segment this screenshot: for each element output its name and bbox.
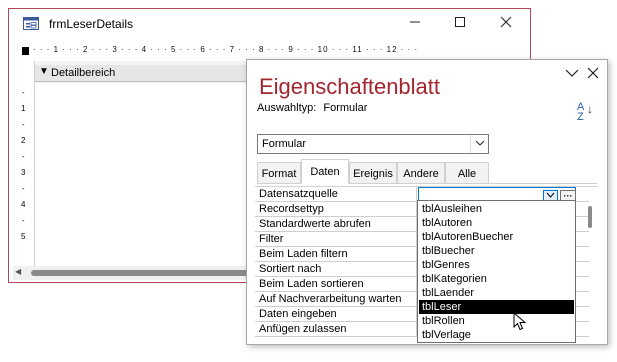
vertical-ruler-mark: 2 bbox=[21, 136, 26, 145]
tab-andere[interactable]: Andere bbox=[397, 162, 445, 184]
mouse-cursor-icon bbox=[513, 312, 527, 331]
list-item-tblverlage[interactable]: tblVerlage bbox=[419, 328, 574, 342]
selection-type-label: Auswahltyp: bbox=[257, 102, 317, 114]
list-item-tblausleihen[interactable]: tblAusleihen bbox=[419, 202, 574, 216]
datensatzquelle-dropdown-list: tblAusleihen tblAutoren tblAutorenBueche… bbox=[417, 200, 576, 343]
arrow-down-icon: ↓ bbox=[587, 102, 593, 116]
tab-strip-line bbox=[489, 183, 597, 184]
section-label: Detailbereich bbox=[51, 67, 116, 79]
list-item-tblbuecher[interactable]: tblBuecher bbox=[419, 244, 574, 258]
list-item-tblautoren[interactable]: tblAutoren bbox=[419, 216, 574, 230]
list-item-tblautorenbuecher[interactable]: tblAutorenBuecher bbox=[419, 230, 574, 244]
sort-az-icon[interactable]: A Z ↓ bbox=[577, 102, 593, 123]
maximize-icon bbox=[455, 17, 465, 27]
ps-close-button[interactable] bbox=[587, 67, 599, 82]
property-daten-eingeben[interactable]: Daten eingeben bbox=[255, 307, 417, 322]
selection-type-value: Formular bbox=[323, 102, 368, 114]
arrow-down-icon: ▼ bbox=[39, 66, 49, 77]
chevron-down-icon bbox=[546, 192, 555, 198]
vertical-ruler-mark: - bbox=[21, 152, 25, 161]
form-icon bbox=[23, 17, 39, 30]
vertical-ruler-mark: 4 bbox=[21, 200, 26, 209]
collapse-button[interactable] bbox=[565, 68, 579, 81]
list-item-tbllaender[interactable]: tblLaender bbox=[419, 286, 574, 300]
maximize-button[interactable] bbox=[445, 11, 475, 35]
close-icon bbox=[587, 67, 599, 79]
list-item-tblgenres[interactable]: tblGenres bbox=[419, 258, 574, 272]
property-sortiert-nach[interactable]: Sortiert nach bbox=[255, 262, 417, 277]
scroll-left-icon[interactable]: ◀ bbox=[15, 267, 21, 276]
form-window-title: frmLeserDetails bbox=[49, 17, 134, 31]
close-icon bbox=[500, 16, 512, 28]
vertical-ruler-mark: - bbox=[21, 216, 25, 225]
horizontal-ruler[interactable]: · · · 1 · · · 2 · · · 3 · · · 4 · · · 5 … bbox=[33, 45, 513, 54]
minimize-icon bbox=[410, 21, 420, 23]
vertical-ruler-mark: 5 bbox=[21, 232, 26, 241]
vertical-ruler-mark: 3 bbox=[21, 168, 26, 177]
list-item-tblkategorien[interactable]: tblKategorien bbox=[419, 272, 574, 286]
vertical-ruler-mark: - bbox=[21, 184, 25, 193]
sort-letter-z: Z bbox=[577, 111, 584, 123]
vertical-ruler-mark: - bbox=[21, 120, 25, 129]
vertical-ruler-mark: - bbox=[21, 88, 25, 97]
object-selector-value: Formular bbox=[262, 138, 307, 150]
chevron-down-icon bbox=[475, 140, 484, 146]
property-sheet-title: Eigenschaftenblatt bbox=[259, 74, 441, 99]
property-datensatzquelle[interactable]: Datensatzquelle bbox=[255, 187, 417, 202]
object-selector-combo[interactable]: Formular bbox=[257, 134, 489, 154]
list-item-tblrollen[interactable]: tblRollen bbox=[419, 314, 574, 328]
tab-ereignis[interactable]: Ereignis bbox=[349, 162, 397, 184]
tab-format[interactable]: Format bbox=[257, 162, 301, 184]
selection-type: Auswahltyp: Formular bbox=[257, 102, 367, 114]
property-filter[interactable]: Filter bbox=[255, 232, 417, 247]
close-button[interactable] bbox=[491, 11, 521, 35]
form-window-titlebar[interactable]: frmLeserDetails bbox=[9, 9, 530, 39]
horizontal-scroll-thumb[interactable] bbox=[31, 270, 261, 276]
property-recordsettyp[interactable]: Recordsettyp bbox=[255, 202, 417, 217]
property-auf-nachverarbeitung-warten[interactable]: Auf Nachverarbeitung warten bbox=[255, 292, 417, 307]
list-item-tblleser[interactable]: tblLeser bbox=[419, 300, 574, 314]
property-beim-laden-filtern[interactable]: Beim Laden filtern bbox=[255, 247, 417, 262]
vertical-ruler-mark: 1 bbox=[21, 104, 26, 113]
tab-daten[interactable]: Daten bbox=[301, 159, 349, 184]
ruler-select-box[interactable] bbox=[22, 47, 29, 55]
minimize-button[interactable] bbox=[400, 11, 430, 35]
property-beim-laden-sortieren[interactable]: Beim Laden sortieren bbox=[255, 277, 417, 292]
object-selector-dropdown-button[interactable] bbox=[470, 135, 488, 153]
property-standardwerte-abrufen[interactable]: Standardwerte abrufen bbox=[255, 217, 417, 232]
chevron-down-icon bbox=[565, 69, 579, 77]
tab-alle[interactable]: Alle bbox=[445, 162, 489, 184]
property-anfuegen-zulassen[interactable]: Anfügen zulassen bbox=[255, 322, 417, 337]
property-grid-scroll-thumb[interactable] bbox=[588, 206, 592, 228]
vertical-ruler[interactable]: - 1 - 2 - 3 - 4 - 5 bbox=[13, 61, 35, 266]
